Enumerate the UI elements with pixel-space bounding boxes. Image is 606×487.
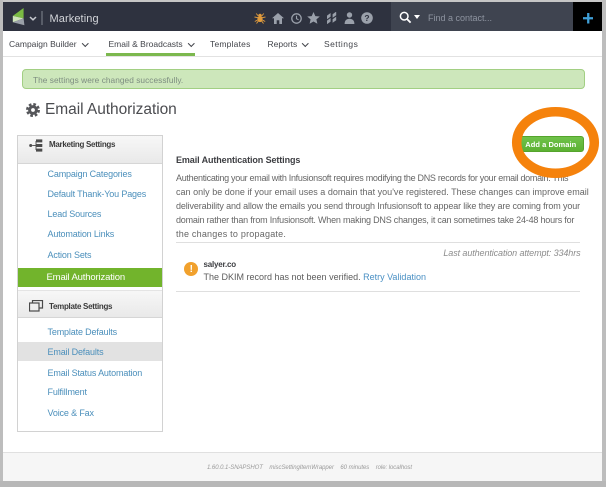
svg-text:?: ? [364,13,369,23]
